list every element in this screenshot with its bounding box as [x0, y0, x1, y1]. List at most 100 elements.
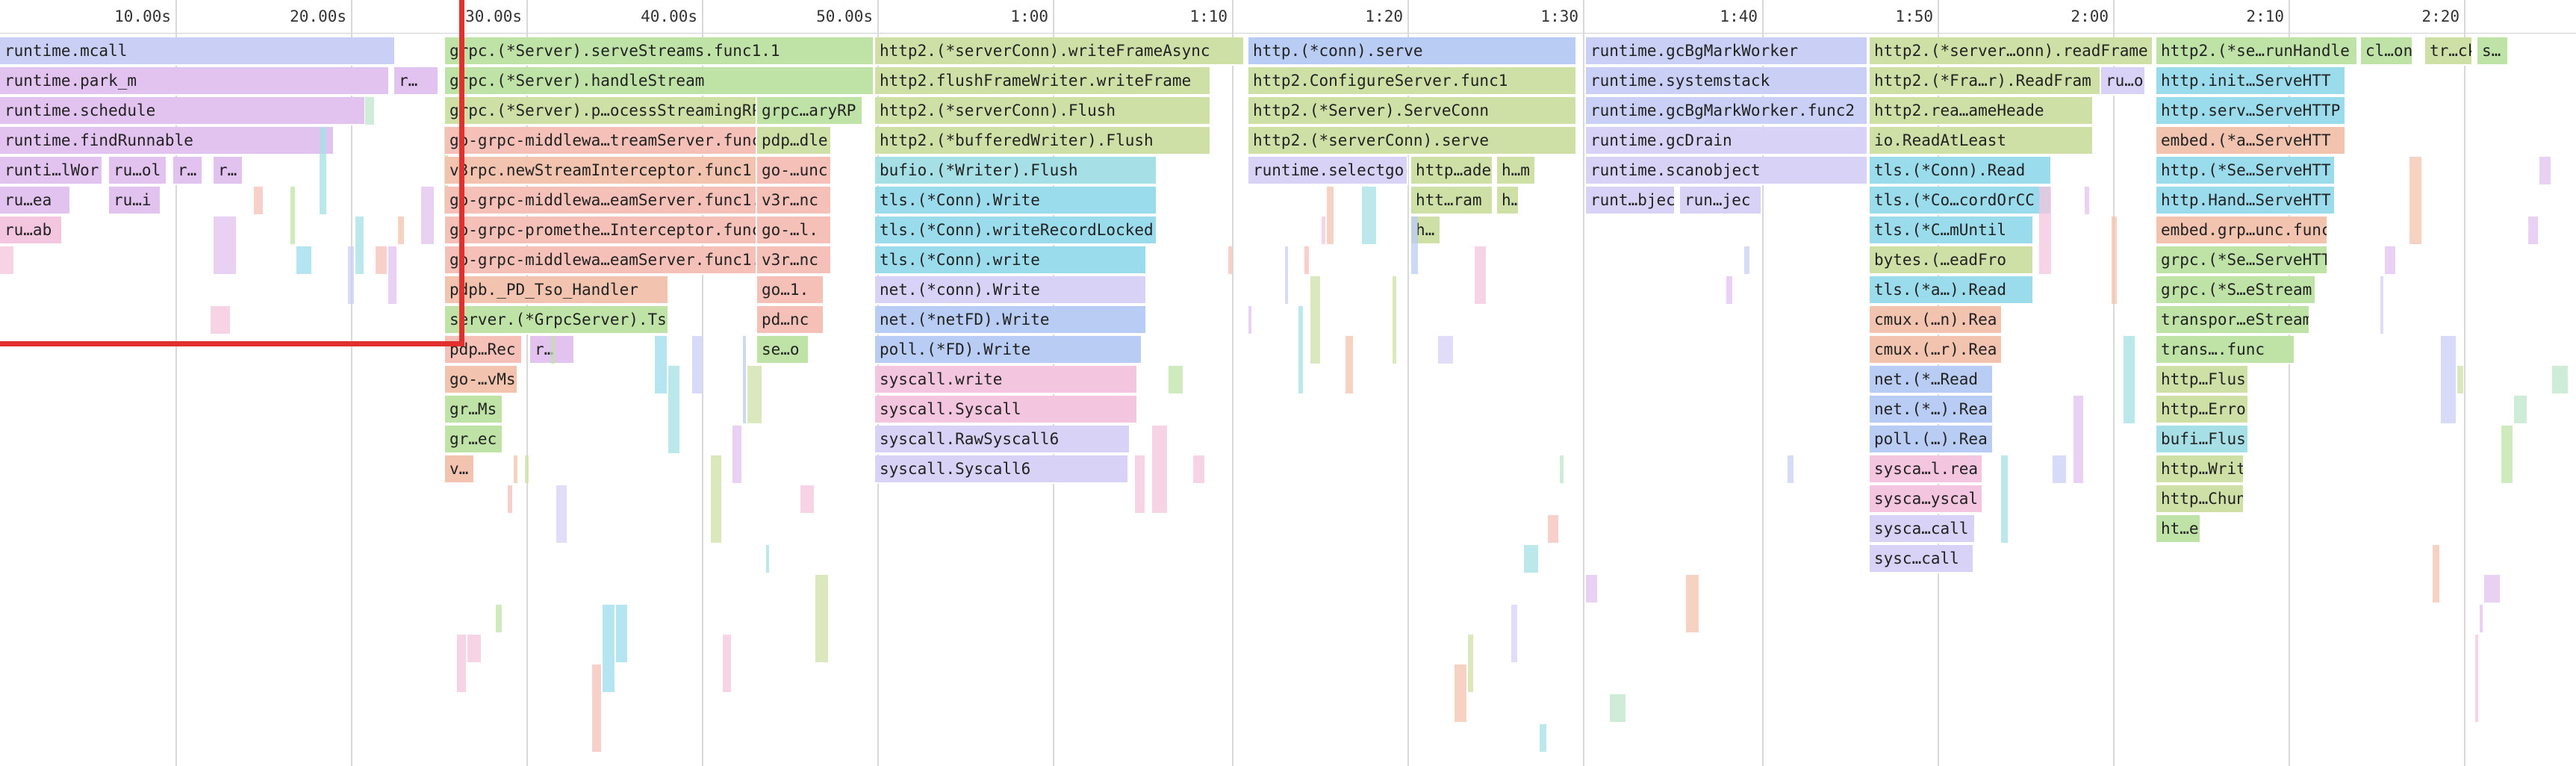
- flame-frame[interactable]: http2.(*se…runHandle: [2156, 37, 2358, 66]
- flame-sliver[interactable]: [1169, 366, 1183, 393]
- flame-sliver[interactable]: [1285, 246, 1288, 304]
- flame-sliver[interactable]: [2457, 366, 2463, 393]
- flame-sliver[interactable]: [365, 97, 374, 125]
- flame-frame[interactable]: sysc…call: [1870, 545, 1974, 573]
- flame-frame[interactable]: trans….func: [2156, 336, 2295, 364]
- flame-frame[interactable]: v…: [445, 455, 475, 484]
- flame-frame[interactable]: http…Flus: [2156, 366, 2249, 394]
- flame-sliver[interactable]: [1726, 276, 1732, 304]
- flame-sliver[interactable]: [1438, 336, 1453, 364]
- flame-frame[interactable]: grpc.(*S…eStream: [2156, 276, 2316, 305]
- flame-frame[interactable]: http2.(*serverConn).Flush: [875, 97, 1211, 125]
- flame-frame[interactable]: gr…ec: [445, 426, 503, 454]
- flame-frame[interactable]: ru…ab: [0, 217, 63, 245]
- flame-sliver[interactable]: [2385, 246, 2395, 274]
- flame-sliver[interactable]: [616, 605, 627, 662]
- flame-frame[interactable]: r…: [214, 157, 243, 185]
- flame-sliver[interactable]: [2039, 187, 2051, 274]
- flame-frame[interactable]: s…: [2477, 37, 2509, 66]
- flame-frame[interactable]: syscall.RawSyscall6: [875, 426, 1130, 454]
- flame-sliver[interactable]: [2441, 336, 2456, 423]
- flame-sliver[interactable]: [1304, 246, 1309, 274]
- flame-frame[interactable]: net.(*conn).Write: [875, 276, 1147, 305]
- flame-frame[interactable]: http2.rea…ameHeade: [1870, 97, 2094, 125]
- flame-sliver[interactable]: [2433, 545, 2439, 602]
- flame-sliver[interactable]: [320, 127, 326, 214]
- flame-sliver[interactable]: [2073, 396, 2083, 483]
- flame-frame[interactable]: ru…i: [109, 187, 161, 215]
- flame-frame[interactable]: http…Writ: [2156, 455, 2244, 484]
- flame-sliver[interactable]: [723, 635, 731, 692]
- flame-frame[interactable]: htt…ram: [1411, 187, 1493, 215]
- flame-sliver[interactable]: [355, 217, 364, 274]
- flame-frame[interactable]: runtime.park_m: [0, 67, 390, 96]
- flame-sliver[interactable]: [1362, 187, 1376, 244]
- flame-sliver[interactable]: [296, 246, 311, 274]
- flame-frame[interactable]: sysca…l.rea: [1870, 455, 1983, 484]
- flame-sliver[interactable]: [514, 455, 517, 483]
- flame-sliver[interactable]: [2112, 217, 2117, 304]
- flame-sliver[interactable]: [1468, 635, 1473, 692]
- flame-sliver[interactable]: [1228, 246, 1232, 274]
- flame-sliver[interactable]: [1744, 246, 1749, 274]
- flame-frame[interactable]: http2.(*bufferedWriter).Flush: [875, 127, 1211, 155]
- flame-sliver[interactable]: [2484, 575, 2500, 602]
- flame-sliver[interactable]: [692, 336, 702, 393]
- flame-sliver[interactable]: [2124, 336, 2135, 423]
- flame-frame[interactable]: sysca…yscal: [1870, 485, 1983, 514]
- flame-frame[interactable]: bufi…Flus: [2156, 426, 2249, 454]
- flame-frame[interactable]: go-grpc-promethe…Interceptor.func: [445, 217, 757, 245]
- flame-frame[interactable]: http.(*Se…ServeHTT: [2156, 157, 2336, 185]
- flame-sliver[interactable]: [551, 336, 555, 364]
- flame-sliver[interactable]: [1511, 605, 1517, 662]
- flame-frame[interactable]: go-…unc: [757, 157, 832, 185]
- flame-frame[interactable]: cmux.(…r).Rea: [1870, 336, 2003, 364]
- flame-frame[interactable]: runti…lWor: [0, 157, 103, 185]
- flame-frame[interactable]: poll.(*FD).Write: [875, 336, 1142, 364]
- flame-frame[interactable]: syscall.Syscall6: [875, 455, 1129, 484]
- flame-frame[interactable]: runtime.scanobject: [1586, 157, 1868, 185]
- flame-frame[interactable]: grpc…aryRP: [757, 97, 863, 125]
- flame-sliver[interactable]: [743, 336, 746, 423]
- flame-frame[interactable]: bufio.(*Writer).Flush: [875, 157, 1157, 185]
- flame-frame[interactable]: grpc.(*Server).handleStream: [445, 67, 874, 96]
- flame-sliver[interactable]: [1610, 694, 1625, 722]
- flame-frame[interactable]: syscall.write: [875, 366, 1138, 394]
- flame-sliver[interactable]: [525, 455, 529, 483]
- flame-frame[interactable]: tr…ck: [2425, 37, 2473, 66]
- flame-frame[interactable]: runtime.gcBgMarkWorker: [1586, 37, 1868, 66]
- flame-sliver[interactable]: [1193, 455, 1204, 483]
- flame-sliver[interactable]: [1586, 575, 1597, 602]
- flame-frame[interactable]: go-grpc-middlewa…treamServer.func: [445, 127, 757, 155]
- flame-sliver[interactable]: [211, 306, 230, 334]
- flame-frame[interactable]: pdp…Rec: [445, 336, 523, 364]
- flame-sliver[interactable]: [592, 664, 601, 752]
- flame-frame[interactable]: go-…vMs: [445, 366, 518, 394]
- flame-sliver[interactable]: [1548, 515, 1558, 543]
- flame-sliver[interactable]: [290, 187, 295, 244]
- flame-frame[interactable]: runt…bjec: [1586, 187, 1676, 215]
- flame-sliver[interactable]: [668, 366, 679, 453]
- flame-sliver[interactable]: [214, 217, 236, 274]
- flame-sliver[interactable]: [732, 426, 741, 483]
- flame-sliver[interactable]: [2528, 217, 2538, 244]
- flame-frame[interactable]: sysca…call: [1870, 515, 1976, 544]
- flame-frame[interactable]: runtime.findRunnable: [0, 127, 335, 155]
- flame-frame[interactable]: transpor…eStream: [2156, 306, 2310, 334]
- flame-frame[interactable]: runtime.schedule: [0, 97, 366, 125]
- flame-frame[interactable]: bytes.(…eadFro: [1870, 246, 2034, 275]
- flame-frame[interactable]: r…: [173, 157, 203, 185]
- flame-frame[interactable]: runtime.gcDrain: [1586, 127, 1868, 155]
- flame-frame[interactable]: grpc.(*Server).serveStreams.func1.1: [445, 37, 874, 66]
- flame-sliver[interactable]: [1135, 455, 1145, 513]
- flame-sliver[interactable]: [815, 575, 828, 662]
- flame-sliver[interactable]: [496, 605, 502, 632]
- flame-sliver[interactable]: [2409, 157, 2421, 244]
- flame-sliver[interactable]: [556, 485, 567, 543]
- flame-frame[interactable]: http.serv…ServeHTTP: [2156, 97, 2346, 125]
- flame-frame[interactable]: ht…e: [2156, 515, 2201, 544]
- flame-sliver[interactable]: [1540, 724, 1546, 752]
- flame-frame[interactable]: http2.(*server…onn).readFrame: [1870, 37, 2153, 66]
- flame-frame[interactable]: poll.(…).Rea: [1870, 426, 1994, 454]
- flame-frame[interactable]: http2.flushFrameWriter.writeFrame: [875, 67, 1211, 96]
